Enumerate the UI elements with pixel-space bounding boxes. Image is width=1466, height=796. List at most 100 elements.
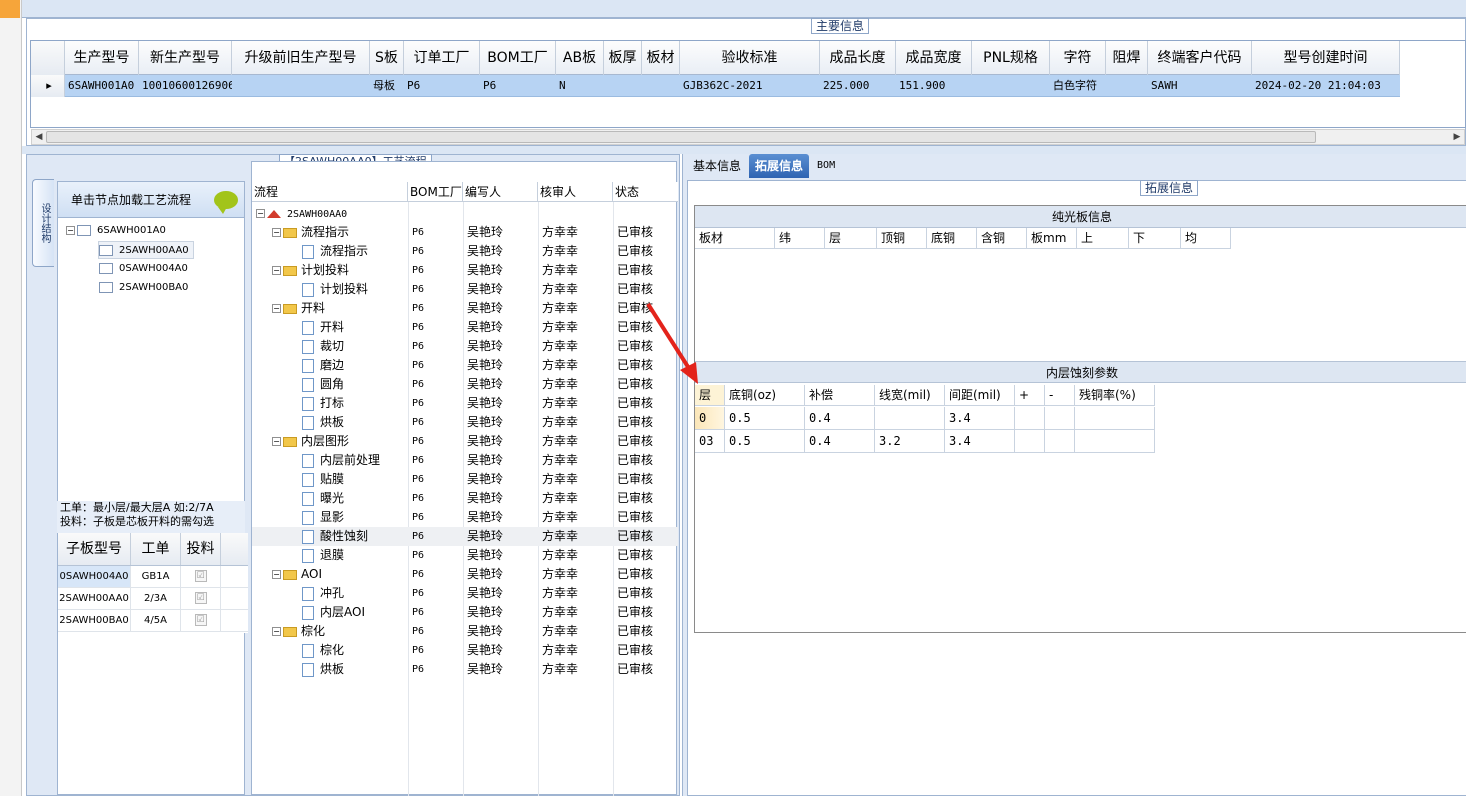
cell[interactable]: 2SAWH00BA0 (58, 610, 131, 631)
row-selector-icon[interactable]: ▸ (31, 75, 65, 97)
flow-step-row[interactable]: 酸性蚀刻 P6 吴艳玲 方幸幸 已审核 (252, 527, 678, 546)
column-header[interactable]: 流程 (252, 182, 408, 201)
collapse-icon[interactable]: − (272, 304, 281, 313)
cell[interactable] (642, 75, 680, 97)
cell[interactable]: SAWH (1148, 75, 1252, 97)
column-header[interactable]: 均 (1181, 228, 1231, 249)
column-header[interactable]: 板厚 (604, 41, 642, 75)
column-header[interactable]: - (1045, 385, 1075, 406)
cell[interactable]: 0.4 (805, 407, 875, 430)
flow-step-row[interactable]: − 流程指示 P6 吴艳玲 方幸幸 已审核 (252, 223, 678, 242)
column-header[interactable]: 终端客户代码 (1148, 41, 1252, 75)
table-row[interactable]: 0 0.5 0.4 3.4 (695, 407, 1155, 430)
tab-extended-info[interactable]: 拓展信息 (749, 154, 810, 178)
cell[interactable] (972, 75, 1050, 97)
flow-step-row[interactable]: 开料 P6 吴艳玲 方幸幸 已审核 (252, 318, 678, 337)
cell[interactable]: P6 (404, 75, 480, 97)
table-row[interactable]: 03 0.5 0.4 3.2 3.4 (695, 430, 1155, 453)
feed-checkbox[interactable]: ☑ (194, 614, 207, 626)
cell[interactable]: 0SAWH004A0 (58, 566, 131, 587)
collapse-icon[interactable]: − (272, 266, 281, 275)
column-header[interactable]: 底铜 (927, 228, 977, 249)
cell[interactable]: GB1A (131, 566, 181, 587)
cell[interactable]: N (556, 75, 604, 97)
scroll-thumb[interactable] (46, 131, 1316, 143)
flow-step-row[interactable]: − 开料 P6 吴艳玲 方幸幸 已审核 (252, 299, 678, 318)
column-header[interactable]: AB板 (556, 41, 604, 75)
feed-checkbox[interactable]: ☑ (194, 592, 207, 604)
flow-step-row[interactable]: 显影 P6 吴艳玲 方幸幸 已审核 (252, 508, 678, 527)
table-row[interactable]: 0SAWH004A0 GB1A ☑ (58, 566, 248, 588)
flow-root-row[interactable]: −2SAWH00AA0 (252, 204, 678, 223)
cell[interactable]: 0.4 (805, 430, 875, 453)
flow-step-row[interactable]: 烘板 P6 吴艳玲 方幸幸 已审核 (252, 660, 678, 679)
column-header[interactable]: 含铜 (977, 228, 1027, 249)
flow-step-row[interactable]: − 棕化 P6 吴艳玲 方幸幸 已审核 (252, 622, 678, 641)
cell[interactable] (1015, 430, 1045, 453)
cell[interactable]: 2024-02-20 21:04:03 (1252, 75, 1400, 97)
column-header[interactable]: 上 (1077, 228, 1129, 249)
column-header[interactable]: + (1015, 385, 1045, 406)
cell[interactable]: 3.2 (875, 430, 945, 453)
column-header[interactable]: 板材 (642, 41, 680, 75)
column-header[interactable]: 投料 (181, 533, 221, 565)
cell[interactable] (232, 75, 370, 97)
table-row[interactable]: 2SAWH00AA0 2/3A ☑ (58, 588, 248, 610)
flow-step-row[interactable]: 贴膜 P6 吴艳玲 方幸幸 已审核 (252, 470, 678, 489)
collapse-icon[interactable]: − (272, 627, 281, 636)
column-header[interactable]: 底铜(oz) (725, 385, 805, 406)
flow-step-row[interactable]: 磨边 P6 吴艳玲 方幸幸 已审核 (252, 356, 678, 375)
column-header[interactable]: 核审人 (538, 182, 613, 201)
column-header[interactable]: 工单 (131, 533, 181, 565)
flow-step-row[interactable]: 曝光 P6 吴艳玲 方幸幸 已审核 (252, 489, 678, 508)
column-header[interactable]: 残铜率(%) (1075, 385, 1155, 406)
column-header[interactable]: 状态 (613, 182, 678, 201)
column-header[interactable]: 新生产型号 (139, 41, 232, 75)
cell[interactable] (1045, 430, 1075, 453)
column-header[interactable]: 阻焊 (1106, 41, 1148, 75)
scroll-right-icon[interactable]: ▶ (1450, 130, 1464, 144)
column-header[interactable]: BOM工厂 (408, 182, 463, 201)
column-header[interactable]: 升级前旧生产型号 (232, 41, 370, 75)
tab-basic-info[interactable]: 基本信息 (687, 154, 747, 178)
main-grid-row[interactable]: ▸ 6SAWH001A0 10010600126906 母板 P6 P6 N GJB362C-… (31, 75, 1400, 97)
column-header[interactable]: 生产型号 (65, 41, 139, 75)
cell[interactable]: GJB362C-2021 (680, 75, 820, 97)
column-header[interactable]: 间距(mil) (945, 385, 1015, 406)
tree-root-node[interactable]: −6SAWH001A0 (66, 222, 166, 240)
tree-child-node[interactable]: 2SAWH00BA0 (99, 279, 188, 297)
column-header[interactable]: 订单工厂 (404, 41, 480, 75)
cell[interactable]: 3.4 (945, 430, 1015, 453)
flow-step-row[interactable]: 裁切 P6 吴艳玲 方幸幸 已审核 (252, 337, 678, 356)
flow-step-row[interactable]: 烘板 P6 吴艳玲 方幸幸 已审核 (252, 413, 678, 432)
cell[interactable] (604, 75, 642, 97)
column-header[interactable]: PNL规格 (972, 41, 1050, 75)
column-header[interactable]: 验收标准 (680, 41, 820, 75)
cell[interactable]: 0 (695, 407, 725, 430)
flow-step-row[interactable]: 内层AOI P6 吴艳玲 方幸幸 已审核 (252, 603, 678, 622)
cell[interactable]: P6 (480, 75, 556, 97)
column-header[interactable]: 字符 (1050, 41, 1106, 75)
column-header[interactable]: 板mm (1027, 228, 1077, 249)
cell[interactable]: 225.000 (820, 75, 896, 97)
collapse-icon[interactable]: − (272, 437, 281, 446)
collapse-icon[interactable]: − (272, 570, 281, 579)
feed-checkbox[interactable]: ☑ (194, 570, 207, 582)
flow-step-row[interactable]: 圆角 P6 吴艳玲 方幸幸 已审核 (252, 375, 678, 394)
cell[interactable] (1075, 430, 1155, 453)
tree-child-node[interactable]: 0SAWH004A0 (99, 260, 188, 278)
cell[interactable]: 03 (695, 430, 725, 453)
tab-bom[interactable]: BOM (811, 154, 841, 178)
horizontal-splitter[interactable] (22, 146, 1466, 154)
flow-step-row[interactable]: 冲孔 P6 吴艳玲 方幸幸 已审核 (252, 584, 678, 603)
cell[interactable] (1045, 407, 1075, 430)
flow-step-row[interactable]: 流程指示 P6 吴艳玲 方幸幸 已审核 (252, 242, 678, 261)
design-structure-tab[interactable]: 设计结构 (32, 179, 54, 267)
collapse-icon[interactable]: − (66, 225, 75, 235)
cell[interactable] (1075, 407, 1155, 430)
column-header[interactable]: 线宽(mil) (875, 385, 945, 406)
column-header[interactable]: BOM工厂 (480, 41, 556, 75)
column-header[interactable]: 板材 (695, 228, 775, 249)
column-header[interactable]: 补偿 (805, 385, 875, 406)
cell[interactable]: 3.4 (945, 407, 1015, 430)
